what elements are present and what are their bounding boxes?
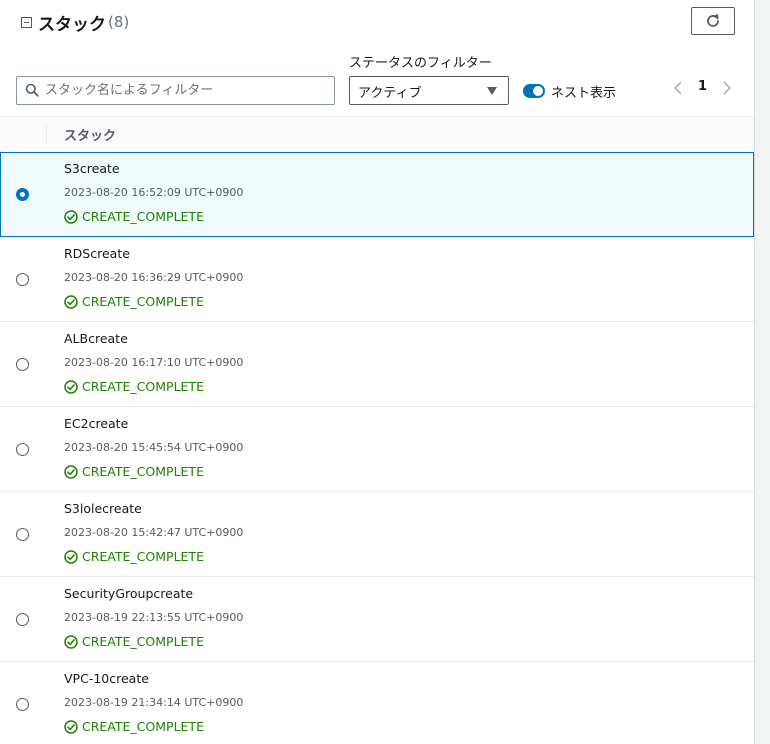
check-circle-icon — [64, 549, 78, 564]
stack-status: CREATE_COMPLETE — [64, 209, 204, 224]
check-circle-icon — [64, 634, 78, 649]
stack-status: CREATE_COMPLETE — [64, 549, 204, 564]
status-label: CREATE_COMPLETE — [82, 464, 204, 479]
table-row[interactable]: SecurityGroupcreate 2023-08-19 22:13:55 U… — [0, 577, 754, 662]
chevron-right-icon[interactable] — [721, 80, 733, 96]
stack-status: CREATE_COMPLETE — [64, 294, 204, 309]
table-row[interactable]: S3lolecreate 2023-08-20 15:42:47 UTC+0900… — [0, 492, 754, 577]
stack-status: CREATE_COMPLETE — [64, 719, 204, 734]
table-row[interactable]: RDScreate 2023-08-20 16:36:29 UTC+0900 CRE… — [0, 237, 754, 322]
refresh-button[interactable] — [691, 7, 735, 35]
row-radio[interactable] — [16, 443, 29, 456]
table-row[interactable]: ALBcreate 2023-08-20 16:17:10 UTC+0900 CRE… — [0, 322, 754, 407]
refresh-icon — [707, 14, 719, 27]
chevron-left-icon[interactable] — [672, 80, 684, 96]
table-row[interactable]: VPC-10create 2023-08-19 21:34:14 UTC+0900… — [0, 662, 754, 744]
status-filter-label: ステータスのフィルター — [349, 56, 492, 71]
search-field[interactable] — [16, 76, 335, 105]
search-icon — [25, 83, 39, 97]
stack-status: CREATE_COMPLETE — [64, 464, 204, 479]
column-header-stack[interactable]: スタック — [64, 125, 116, 144]
stack-created-time: 2023-08-20 16:52:09 UTC+0900 — [64, 186, 244, 199]
nested-view-toggle[interactable] — [523, 84, 545, 98]
status-filter-value: アクティブ — [358, 86, 422, 101]
stacks-panel: スタック (8) ステータスのフィルター アクティブ ネスト表示 1 スタック … — [0, 0, 755, 744]
check-circle-icon — [64, 464, 78, 479]
row-radio[interactable] — [16, 698, 29, 711]
check-circle-icon — [64, 379, 78, 394]
stack-name[interactable]: SecurityGroupcreate — [64, 586, 193, 601]
check-circle-icon — [64, 719, 78, 734]
column-divider — [46, 125, 47, 145]
stack-name[interactable]: VPC-10create — [64, 671, 149, 686]
table-header: スタック — [0, 116, 754, 152]
table-row[interactable]: S3create 2023-08-20 16:52:09 UTC+0900 CREA… — [0, 152, 754, 237]
check-circle-icon — [64, 209, 78, 224]
stack-name[interactable]: ALBcreate — [64, 331, 128, 346]
stack-count: (8) — [108, 13, 130, 31]
stack-created-time: 2023-08-20 15:45:54 UTC+0900 — [64, 441, 244, 454]
row-radio[interactable] — [16, 273, 29, 286]
stack-name[interactable]: S3create — [64, 161, 120, 176]
status-label: CREATE_COMPLETE — [82, 294, 204, 309]
status-label: CREATE_COMPLETE — [82, 209, 204, 224]
stack-name[interactable]: EC2create — [64, 416, 128, 431]
row-radio[interactable] — [16, 188, 29, 201]
stack-name[interactable]: RDScreate — [64, 246, 130, 261]
caret-down-icon — [487, 87, 497, 95]
status-label: CREATE_COMPLETE — [82, 379, 204, 394]
panel-title: スタック — [38, 15, 106, 35]
status-label: CREATE_COMPLETE — [82, 549, 204, 564]
table-row[interactable]: EC2create 2023-08-20 15:45:54 UTC+0900 CRE… — [0, 407, 754, 492]
status-label: CREATE_COMPLETE — [82, 634, 204, 649]
minus-square-icon[interactable] — [21, 17, 32, 28]
current-page[interactable]: 1 — [698, 79, 707, 94]
toggle-knob — [533, 86, 543, 96]
stack-status: CREATE_COMPLETE — [64, 634, 204, 649]
check-circle-icon — [64, 294, 78, 309]
stack-created-time: 2023-08-20 16:17:10 UTC+0900 — [64, 356, 244, 369]
row-radio[interactable] — [16, 613, 29, 626]
nested-view-label: ネスト表示 — [551, 86, 617, 101]
stack-created-time: 2023-08-20 15:42:47 UTC+0900 — [64, 526, 244, 539]
status-label: CREATE_COMPLETE — [82, 719, 204, 734]
row-radio[interactable] — [16, 528, 29, 541]
stack-created-time: 2023-08-20 16:36:29 UTC+0900 — [64, 271, 244, 284]
status-filter-select[interactable]: アクティブ — [349, 76, 509, 105]
stack-created-time: 2023-08-19 22:13:55 UTC+0900 — [64, 611, 244, 624]
stack-status: CREATE_COMPLETE — [64, 379, 204, 394]
row-radio[interactable] — [16, 358, 29, 371]
stack-name[interactable]: S3lolecreate — [64, 501, 142, 516]
stack-list: S3create 2023-08-20 16:52:09 UTC+0900 CREA… — [0, 152, 754, 744]
stack-created-time: 2023-08-19 21:34:14 UTC+0900 — [64, 696, 244, 709]
scroll-gutter — [755, 0, 770, 744]
search-input[interactable] — [45, 79, 325, 101]
